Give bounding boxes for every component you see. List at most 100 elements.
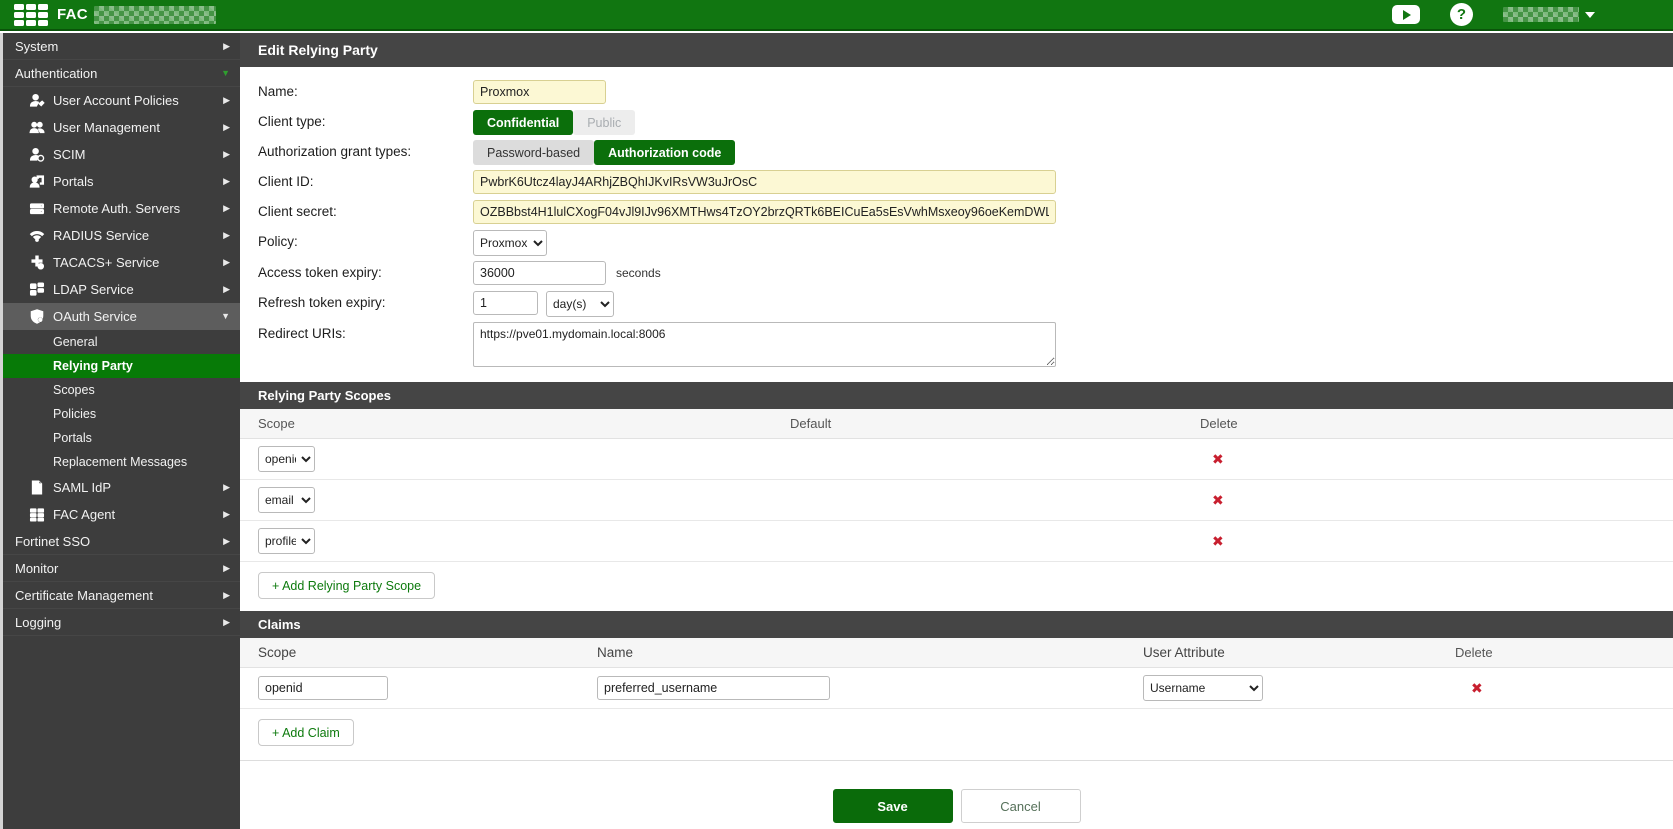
client-type-confidential-button[interactable]: Confidential [473, 110, 573, 135]
chevron-right-icon: ▶ [223, 618, 230, 627]
sidebar-item-replacement-messages[interactable]: Replacement Messages [3, 450, 240, 474]
cancel-button[interactable]: Cancel [961, 789, 1081, 823]
col-name: Name [597, 645, 1143, 660]
scope-select[interactable]: profile [258, 528, 315, 554]
tacacs-icon [29, 255, 46, 270]
redirect-uris-row: Redirect URIs: https://pve01.mydomain.lo… [258, 322, 1673, 367]
delete-icon[interactable]: ✖ [1200, 492, 1673, 509]
scope-row-email: email ✖ [240, 480, 1673, 521]
add-relying-party-scope-button[interactable]: + Add Relying Party Scope [258, 572, 435, 599]
user-portal-icon [29, 174, 46, 189]
form-actions: Save Cancel [240, 760, 1673, 823]
refresh-token-input[interactable] [473, 291, 538, 315]
sidebar-item-saml-idp[interactable]: SAML IdP ▶ [3, 474, 240, 501]
wifi-icon [29, 228, 46, 243]
client-type-public-button[interactable]: Public [573, 110, 635, 135]
app-header: FAC ? [0, 0, 1673, 31]
claim-scope-input[interactable] [258, 676, 388, 700]
sidebar-item-oauth-policies[interactable]: Policies [3, 402, 240, 426]
sidebar-item-certificate-management[interactable]: Certificate Management ▶ [3, 582, 240, 609]
delete-icon[interactable]: ✖ [1455, 680, 1673, 697]
page-title: Edit Relying Party [240, 33, 1673, 67]
chevron-right-icon: ▶ [223, 285, 230, 294]
client-id-input[interactable] [473, 170, 1056, 194]
claims-table-header: Scope Name User Attribute Delete [240, 638, 1673, 668]
scopes-section-title: Relying Party Scopes [240, 382, 1673, 409]
policy-row: Policy: Proxmox [258, 230, 1673, 256]
sidebar-item-oauth-portals[interactable]: Portals [3, 426, 240, 450]
access-token-label: Access token expiry: [258, 261, 473, 280]
chevron-right-icon: ▶ [223, 177, 230, 186]
seconds-suffix: seconds [606, 261, 661, 280]
redacted-username [1503, 7, 1579, 22]
col-user-attribute: User Attribute [1143, 645, 1455, 660]
chevron-right-icon: ▶ [223, 150, 230, 159]
chevron-right-icon: ▶ [223, 96, 230, 105]
help-icon[interactable]: ? [1450, 3, 1473, 26]
client-id-row: Client ID: [258, 170, 1673, 195]
grant-types-label: Authorization grant types: [258, 140, 473, 159]
sidebar-item-tacacs-service[interactable]: TACACS+ Service ▶ [3, 249, 240, 276]
client-secret-label: Client secret: [258, 200, 473, 219]
claim-row: Username ✖ [240, 668, 1673, 709]
access-token-input[interactable] [473, 261, 606, 285]
sidebar-item-logging[interactable]: Logging ▶ [3, 609, 240, 636]
chevron-right-icon: ▶ [223, 231, 230, 240]
scope-select[interactable]: email [258, 487, 315, 513]
sidebar-item-radius-service[interactable]: RADIUS Service ▶ [3, 222, 240, 249]
delete-icon[interactable]: ✖ [1200, 451, 1673, 468]
sidebar-item-relying-party[interactable]: Relying Party [3, 354, 240, 378]
shield-icon [29, 309, 46, 324]
scope-select[interactable]: openid [258, 446, 315, 472]
refresh-unit-select[interactable]: day(s) [546, 291, 614, 317]
scopes-table-header: Scope Default Delete [240, 409, 1673, 439]
sidebar-item-oauth-service[interactable]: OAuth Service ▼ [3, 303, 240, 330]
user-attribute-select[interactable]: Username [1143, 675, 1263, 701]
grant-types-row: Authorization grant types: Password-base… [258, 140, 1673, 165]
fortinet-logo-icon [14, 4, 48, 26]
policy-label: Policy: [258, 230, 473, 249]
main-content: Edit Relying Party Name: Client type: Co… [240, 33, 1673, 829]
sidebar-item-fac-agent[interactable]: FAC Agent ▶ [3, 501, 240, 528]
col-delete: Delete [1455, 645, 1673, 660]
sidebar-item-monitor[interactable]: Monitor ▶ [3, 555, 240, 582]
chevron-down-icon [1585, 12, 1595, 18]
chevron-right-icon: ▶ [223, 510, 230, 519]
redirect-uris-textarea[interactable]: https://pve01.mydomain.local:8006 [473, 322, 1056, 367]
policy-select[interactable]: Proxmox [473, 230, 547, 256]
access-token-row: Access token expiry: seconds [258, 261, 1673, 286]
sidebar-item-ldap-service[interactable]: LDAP Service ▶ [3, 276, 240, 303]
servers-icon [29, 201, 46, 216]
chevron-right-icon: ▶ [223, 483, 230, 492]
name-input[interactable] [473, 80, 606, 104]
sidebar-item-authentication[interactable]: Authentication ▼ [3, 60, 240, 87]
sidebar-item-user-account-policies[interactable]: User Account Policies ▶ [3, 87, 240, 114]
client-secret-input[interactable] [473, 200, 1056, 224]
redacted-hostname [94, 6, 216, 24]
sidebar-item-portals[interactable]: Portals ▶ [3, 168, 240, 195]
chevron-right-icon: ▶ [223, 123, 230, 132]
sidebar-item-oauth-scopes[interactable]: Scopes [3, 378, 240, 402]
client-secret-row: Client secret: [258, 200, 1673, 225]
claim-name-input[interactable] [597, 676, 830, 700]
document-icon [29, 480, 46, 495]
save-button[interactable]: Save [833, 789, 953, 823]
sidebar-item-scim[interactable]: SCIM ▶ [3, 141, 240, 168]
ldap-tree-icon [29, 282, 46, 297]
chevron-right-icon: ▶ [223, 591, 230, 600]
grant-authcode-button[interactable]: Authorization code [594, 140, 735, 165]
add-claim-button[interactable]: + Add Claim [258, 719, 354, 746]
delete-icon[interactable]: ✖ [1200, 533, 1673, 550]
sidebar-item-remote-auth-servers[interactable]: Remote Auth. Servers ▶ [3, 195, 240, 222]
grant-password-button[interactable]: Password-based [473, 140, 594, 165]
sidebar-item-user-management[interactable]: User Management ▶ [3, 114, 240, 141]
user-sync-icon [29, 147, 46, 162]
sidebar-nav: System ▶ Authentication ▼ User Account P… [3, 33, 240, 829]
sidebar-item-fortinet-sso[interactable]: Fortinet SSO ▶ [3, 528, 240, 555]
user-menu[interactable] [1503, 7, 1595, 22]
sidebar-item-oauth-general[interactable]: General [3, 330, 240, 354]
scope-row-profile: profile ✖ [240, 521, 1673, 562]
chevron-right-icon: ▶ [223, 204, 230, 213]
youtube-icon[interactable] [1392, 5, 1420, 24]
sidebar-item-system[interactable]: System ▶ [3, 33, 240, 60]
